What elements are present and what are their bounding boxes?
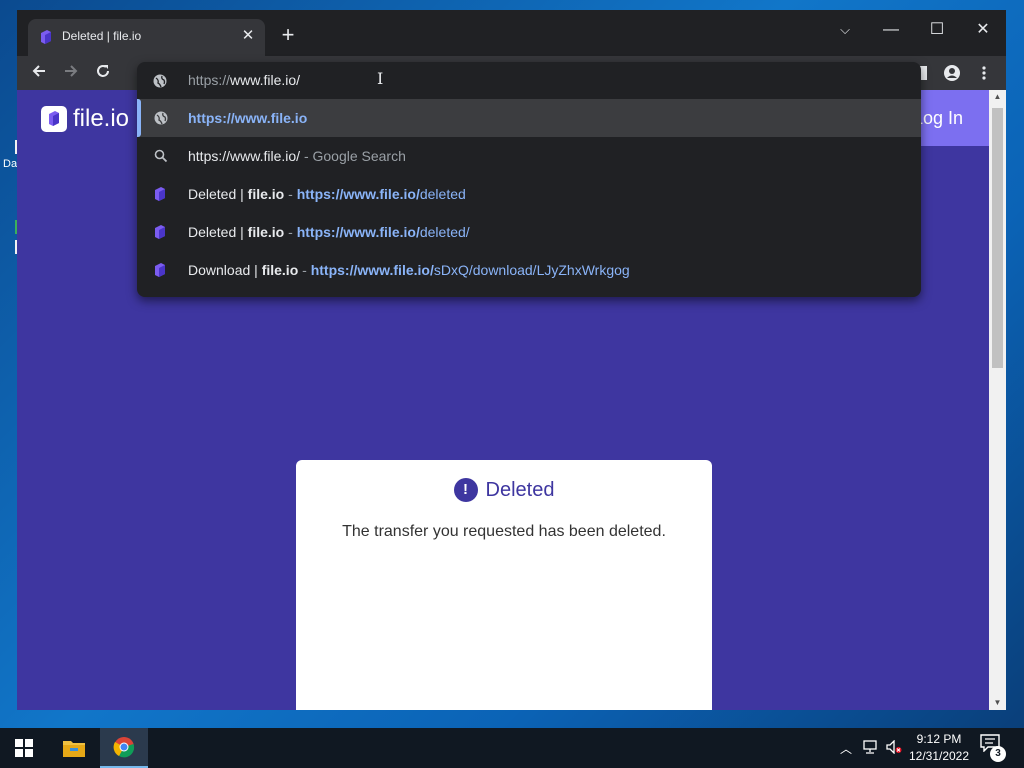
profile-icon[interactable]	[938, 59, 966, 87]
reload-icon[interactable]	[89, 59, 117, 87]
fileio-logo-icon	[40, 30, 52, 49]
suggestion-text: Deleted | file.io - https://www.file.io/…	[188, 224, 470, 240]
notifications-icon[interactable]: 3	[980, 734, 1008, 762]
back-arrow-icon[interactable]	[25, 59, 53, 87]
card-title: Deleted	[485, 478, 555, 501]
suggestion-item[interactable]: https://www.file.io	[137, 99, 921, 137]
system-clock[interactable]: 9:12 PM 12/31/2022	[906, 731, 972, 765]
alert-icon: !	[453, 478, 478, 502]
chrome-icon[interactable]	[100, 728, 148, 768]
globe-icon	[153, 74, 167, 88]
scroll-thumb[interactable]	[992, 108, 1003, 368]
tab-active[interactable]: Deleted | file.io ✕	[28, 19, 265, 56]
desktop-icon-label: Da	[3, 158, 18, 170]
notification-count-badge: 3	[990, 746, 1006, 762]
fileio-logo-icon	[154, 187, 168, 201]
suggestion-item[interactable]: Deleted | file.io - https://www.file.io/…	[137, 213, 921, 251]
fileio-logo-icon	[154, 263, 168, 277]
file-explorer-icon[interactable]	[50, 728, 98, 768]
suggestion-text: https://www.file.io	[188, 110, 308, 126]
card-message: The transfer you requested has been dele…	[342, 523, 666, 540]
windows-start-icon[interactable]	[0, 728, 48, 768]
chevron-up-icon[interactable]: ︿	[840, 740, 852, 757]
site-logo[interactable]: file.io	[41, 105, 129, 133]
tab-strip: Deleted | file.io ✕ + ⌵ — ☐ ✕	[17, 10, 1006, 56]
suggestion-text: Deleted | file.io - https://www.file.io/…	[188, 186, 466, 202]
browser-window: Deleted | file.io ✕ + ⌵ — ☐ ✕ file.io Lo…	[17, 10, 1006, 710]
suggestion-item[interactable]: Deleted | file.io - https://www.file.io/…	[137, 175, 921, 213]
fileio-logo-icon	[41, 106, 67, 132]
card-header: ! Deleted	[296, 478, 712, 502]
deleted-card: ! Deleted The transfer you requested has…	[296, 460, 712, 710]
clock-date: 12/31/2022	[908, 749, 970, 763]
menu-kebab-icon[interactable]	[970, 59, 998, 87]
text-cursor-icon: I	[377, 69, 384, 88]
suggestion-item[interactable]: Download | file.io - https://www.file.io…	[137, 251, 921, 289]
network-icon[interactable]	[862, 740, 878, 757]
suggestion-text: https://www.file.io/ - Google Search	[188, 148, 406, 164]
forward-arrow-icon[interactable]	[57, 59, 85, 87]
omnibox-dropdown: https://www.file.io/ I https://www.file.…	[137, 62, 921, 297]
tab-search-button[interactable]: ⌵	[829, 16, 861, 44]
maximize-button[interactable]: ☐	[921, 16, 953, 44]
search-icon	[154, 149, 168, 163]
minimize-button[interactable]: —	[875, 16, 907, 44]
site-logo-text: file.io	[73, 105, 130, 132]
suggestion-item[interactable]: https://www.file.io/ - Google Search	[137, 137, 921, 175]
tab-title: Deleted | file.io	[62, 29, 142, 43]
scroll-down-arrow-icon[interactable]: ▼	[989, 696, 1006, 710]
address-input[interactable]: https://www.file.io/	[188, 72, 300, 88]
scroll-up-arrow-icon[interactable]: ▲	[989, 90, 1006, 104]
address-bar[interactable]: https://www.file.io/ I	[137, 62, 921, 99]
globe-icon	[154, 111, 168, 125]
close-window-button[interactable]: ✕	[967, 16, 999, 44]
tab-close-icon[interactable]: ✕	[239, 27, 257, 45]
taskbar: ︿ 9:12 PM 12/31/2022 3	[0, 728, 1024, 768]
volume-muted-icon[interactable]	[886, 739, 902, 757]
suggestion-text: Download | file.io - https://www.file.io…	[188, 262, 630, 278]
fileio-logo-icon	[154, 225, 168, 239]
new-tab-button[interactable]: +	[276, 24, 300, 48]
clock-time: 9:12 PM	[916, 732, 962, 746]
page-scrollbar[interactable]: ▲ ▼	[989, 90, 1006, 710]
